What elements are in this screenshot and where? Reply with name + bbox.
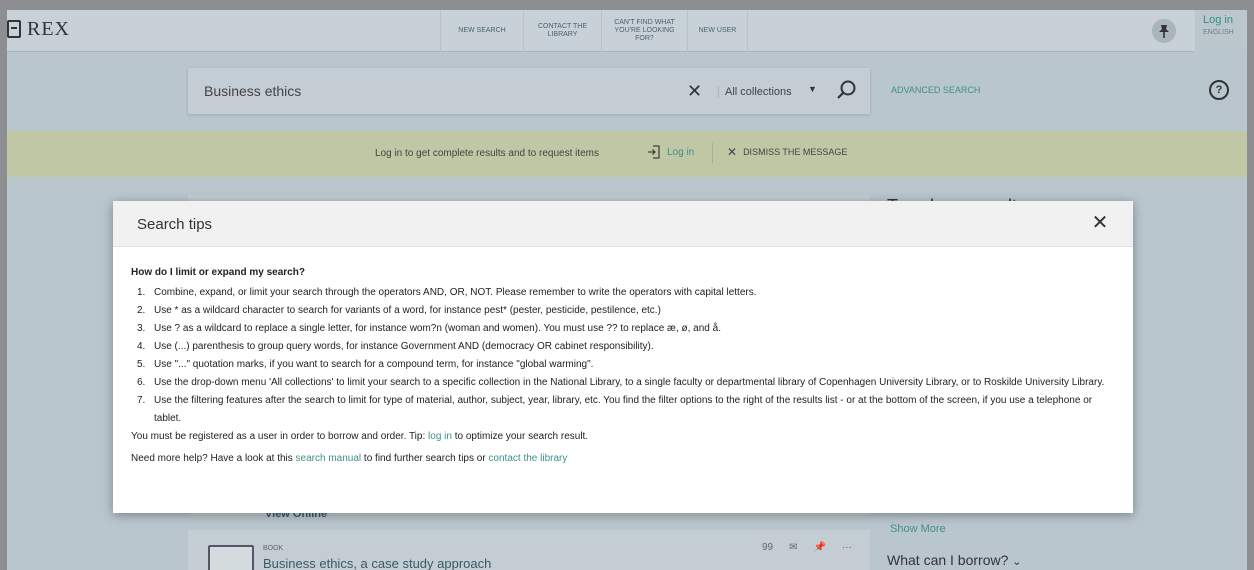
list-item: 2. Use * as a wildcard character to searc…: [137, 305, 661, 316]
book-icon: [7, 20, 21, 38]
close-icon: ✕: [727, 145, 738, 159]
help-note: Need more help? Have a look at this sear…: [131, 453, 568, 464]
login-notice-bar: Log in to get complete results and to re…: [7, 131, 1247, 177]
dismiss-label: DISMISS THE MESSAGE: [743, 147, 848, 157]
list-item: 4. Use (...) parenthesis to group query w…: [137, 341, 654, 352]
app-frame: REX NEW SEARCH CONTACT THE LIBRARY CAN'T…: [7, 10, 1247, 570]
nav-new-search[interactable]: NEW SEARCH: [440, 10, 524, 52]
material-type: BOOK: [263, 545, 284, 552]
nav-new-user[interactable]: NEW USER: [688, 10, 748, 52]
book-thumbnail: [208, 545, 254, 570]
search-tips-dialog: Search tips ✕ How do I limit or expand m…: [113, 201, 1133, 513]
pin-icon: [1159, 25, 1169, 38]
dialog-body: How do I limit or expand my search? 1. Co…: [113, 247, 1133, 468]
list-item: 6. Use the drop-down menu 'All collection…: [137, 377, 1105, 388]
login-area: Log in ENGLISH: [1195, 10, 1247, 52]
chevron-down-icon: ⌄: [1012, 556, 1022, 568]
list-item: 5. Use "..." quotation marks, if you want…: [137, 359, 594, 370]
result-card[interactable]: BOOK Business ethics, a case study appro…: [188, 530, 870, 570]
what-can-i-borrow-label: What can I borrow?: [887, 552, 1009, 568]
logo-text: REX: [27, 17, 70, 40]
sign-in-icon: [648, 145, 660, 159]
email-icon[interactable]: ✉: [789, 542, 797, 553]
register-note: You must be registered as a user in orde…: [131, 431, 589, 442]
list-item: 3. Use ? as a wildcard to replace a singl…: [137, 323, 721, 334]
advanced-search-link[interactable]: ADVANCED SEARCH: [891, 85, 980, 95]
dialog-header: Search tips ✕: [113, 201, 1133, 247]
search-icon[interactable]: [836, 79, 858, 101]
language-switch[interactable]: ENGLISH: [1203, 29, 1247, 36]
list-item: 7. Use the filtering features after the s…: [137, 395, 1093, 424]
close-icon[interactable]: ✕: [687, 81, 702, 102]
collection-select[interactable]: All collections: [718, 86, 792, 98]
search-bar: Business ethics ✕ All collections ▼: [188, 68, 870, 114]
pin-icon[interactable]: 📌: [814, 542, 826, 553]
login-link[interactable]: log in: [428, 431, 452, 442]
result-title[interactable]: Business ethics, a case study approach: [263, 556, 491, 570]
pin-button[interactable]: [1152, 19, 1176, 43]
tips-list: 1. Combine, expand, or limit your search …: [131, 284, 1115, 428]
divider: [712, 143, 713, 163]
search-input[interactable]: Business ethics: [204, 83, 301, 99]
top-header: REX NEW SEARCH CONTACT THE LIBRARY CAN'T…: [7, 10, 1247, 52]
nav-cant-find[interactable]: CAN'T FIND WHAT YOU'RE LOOKING FOR?: [602, 10, 688, 52]
contact-library-link[interactable]: contact the library: [488, 453, 567, 464]
show-more-link[interactable]: Show More: [890, 523, 946, 535]
help-icon[interactable]: ?: [1209, 80, 1229, 100]
top-nav: NEW SEARCH CONTACT THE LIBRARY CAN'T FIN…: [440, 10, 748, 52]
chevron-down-icon[interactable]: ▼: [808, 84, 817, 94]
notice-login-label: Log in: [667, 146, 695, 158]
result-actions: 99 ✉ 📌 ···: [762, 542, 852, 553]
close-icon[interactable]: ✕: [1088, 211, 1112, 235]
list-item: 1. Combine, expand, or limit your search …: [137, 287, 757, 298]
tips-question: How do I limit or expand my search?: [131, 267, 305, 278]
login-link[interactable]: Log in: [1203, 14, 1247, 26]
dialog-title: Search tips: [137, 216, 213, 233]
search-manual-link[interactable]: search manual: [296, 453, 362, 464]
cite-icon[interactable]: 99: [762, 542, 773, 553]
notice-login-button[interactable]: Log in: [647, 145, 694, 159]
more-icon[interactable]: ···: [842, 542, 852, 553]
notice-text: Log in to get complete results and to re…: [375, 148, 600, 159]
what-can-i-borrow[interactable]: What can I borrow? ⌄: [887, 552, 1022, 568]
dismiss-message-button[interactable]: ✕ DISMISS THE MESSAGE: [727, 145, 847, 159]
nav-contact-library[interactable]: CONTACT THE LIBRARY: [524, 10, 602, 52]
logo[interactable]: REX: [7, 16, 70, 42]
